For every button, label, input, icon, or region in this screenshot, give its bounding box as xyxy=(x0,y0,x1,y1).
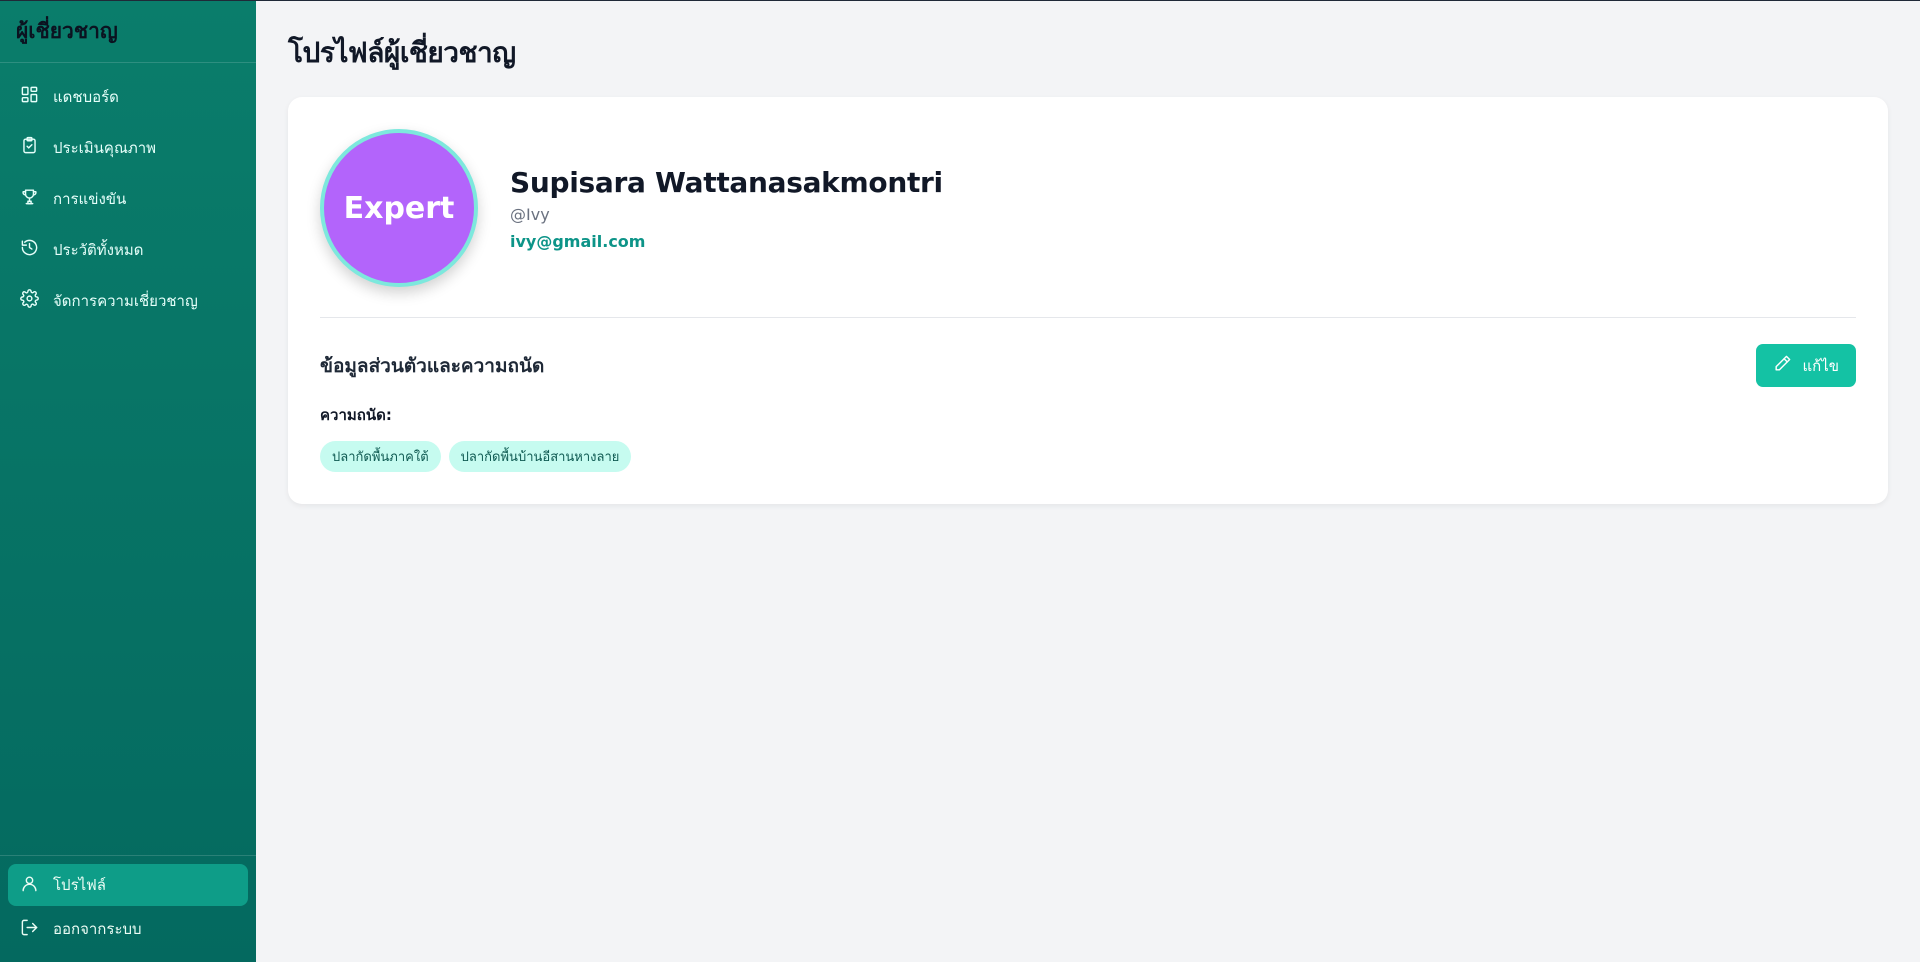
page-title: โปรไฟล์ผู้เชี่ยวชาญ xyxy=(288,36,516,69)
profile-info: Supisara Wattanasakmontri @Ivy ivy@gmail… xyxy=(510,166,943,251)
main-content: โปรไฟล์ผู้เชี่ยวชาญ Expert Supisara Watt… xyxy=(256,1,1920,962)
sidebar-item-manage-expertise[interactable]: จัดการความเชี่ยวชาญ xyxy=(0,275,256,326)
trophy-icon xyxy=(20,187,39,210)
section-title: ข้อมูลส่วนตัวและความถนัด xyxy=(320,354,545,377)
clipboard-check-icon xyxy=(20,136,39,159)
gear-icon xyxy=(20,289,39,312)
sidebar-item-label: การแข่งขัน xyxy=(53,189,127,208)
sidebar-item-profile[interactable]: โปรไฟล์ xyxy=(8,864,248,906)
user-icon xyxy=(20,874,39,897)
skill-tag: ปลากัดพื้นบ้านอีสานหางลาย xyxy=(448,441,632,472)
history-icon xyxy=(20,238,39,261)
profile-email: ivy@gmail.com xyxy=(510,231,646,251)
edit-button[interactable]: แก้ไข xyxy=(1756,344,1856,387)
avatar: Expert xyxy=(320,129,478,287)
profile-card: Expert Supisara Wattanasakmontri @Ivy iv… xyxy=(288,97,1888,504)
sidebar-item-label: แดชบอร์ด xyxy=(53,87,119,106)
sidebar-item-label: ประวัติทั้งหมด xyxy=(53,240,144,259)
sidebar-item-label: ออกจากระบบ xyxy=(53,920,142,938)
pencil-icon xyxy=(1773,354,1792,377)
skills-label: ความถนัด: xyxy=(320,406,392,424)
sidebar-brand: ผู้เชี่ยวชาญ xyxy=(0,1,256,63)
skill-tag: ปลากัดพื้นภาคใต้ xyxy=(320,441,441,472)
dashboard-icon xyxy=(20,85,39,108)
sidebar-item-label: โปรไฟล์ xyxy=(53,876,106,894)
profile-name: Supisara Wattanasakmontri xyxy=(510,165,943,199)
sidebar-item-label: ประเมินคุณภาพ xyxy=(53,138,157,157)
sidebar-nav: แดชบอร์ด ประเมินคุณภาพ การแข่งขัน ประวัต… xyxy=(0,63,256,855)
sidebar: ผู้เชี่ยวชาญ แดชบอร์ด ประเมินคุณภาพ การแ… xyxy=(0,1,256,962)
skills-tags: ปลากัดพื้นภาคใต้ ปลากัดพื้นบ้านอีสานหางล… xyxy=(320,441,1856,472)
sidebar-item-competition[interactable]: การแข่งขัน xyxy=(0,173,256,224)
edit-button-label: แก้ไข xyxy=(1802,356,1839,375)
profile-header: Expert Supisara Wattanasakmontri @Ivy iv… xyxy=(320,129,1856,318)
sidebar-bottom: โปรไฟล์ ออกจากระบบ xyxy=(0,855,256,962)
sidebar-item-logout[interactable]: ออกจากระบบ xyxy=(8,908,248,950)
sidebar-item-history[interactable]: ประวัติทั้งหมด xyxy=(0,224,256,275)
logout-icon xyxy=(20,918,39,941)
app-root: ผู้เชี่ยวชาญ แดชบอร์ด ประเมินคุณภาพ การแ… xyxy=(0,0,1920,962)
sidebar-item-quality-assessment[interactable]: ประเมินคุณภาพ xyxy=(0,122,256,173)
profile-username: @Ivy xyxy=(510,204,550,224)
sidebar-item-label: จัดการความเชี่ยวชาญ xyxy=(53,291,198,310)
section-header: ข้อมูลส่วนตัวและความถนัด แก้ไข xyxy=(320,344,1856,387)
sidebar-item-dashboard[interactable]: แดชบอร์ด xyxy=(0,71,256,122)
